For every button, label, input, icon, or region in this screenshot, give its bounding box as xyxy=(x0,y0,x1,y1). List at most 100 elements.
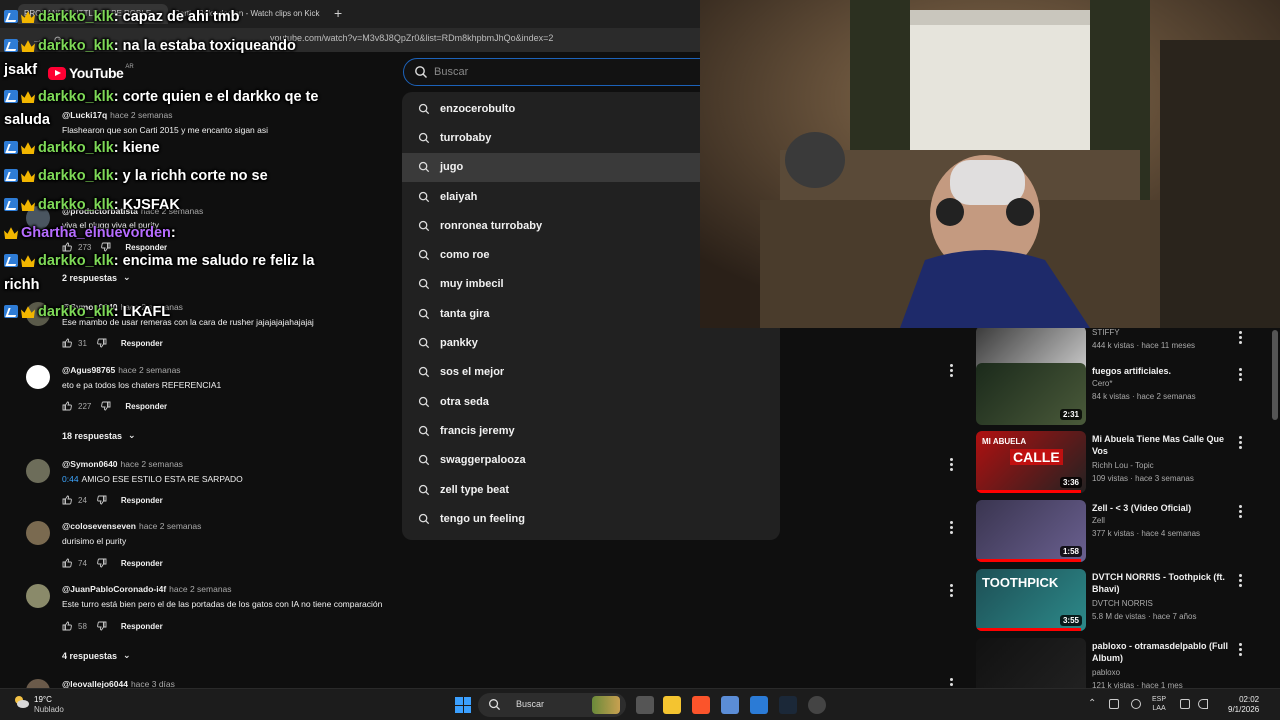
system-clock[interactable]: 02:02 9/1/2026 xyxy=(1228,695,1259,715)
scrollbar[interactable] xyxy=(1272,330,1278,420)
search-box[interactable] xyxy=(403,58,713,86)
video-title[interactable]: Mi Abuela Tiene Mas Calle Que Vos xyxy=(1092,433,1232,457)
suggestion-item[interactable]: pankky xyxy=(402,328,780,357)
comment-author[interactable]: @Symon0640 xyxy=(62,459,118,469)
windows-start-icon[interactable] xyxy=(455,697,471,713)
comment-author[interactable]: @Lucki17q xyxy=(62,110,107,120)
dislike-icon[interactable] xyxy=(101,401,111,411)
search-input[interactable] xyxy=(434,63,694,81)
suggestion-item[interactable]: swaggerpalooza xyxy=(402,446,780,475)
steam-icon[interactable] xyxy=(779,696,797,714)
comment-timestamp-link[interactable]: 0:44 xyxy=(62,474,79,484)
chat-username[interactable]: darkko_klk xyxy=(38,38,114,54)
app-icon[interactable] xyxy=(808,696,826,714)
replies-toggle[interactable]: 2 respuestas ⌄ xyxy=(62,272,137,283)
video-channel[interactable]: pabloxo xyxy=(1092,668,1120,677)
related-video[interactable]: MI ABUELA CALLE 3:36 Mi Abuela Tiene Mas Ca… xyxy=(976,431,1276,495)
dislike-icon[interactable] xyxy=(97,338,107,348)
volume-icon[interactable] xyxy=(1198,699,1208,709)
dislike-icon[interactable] xyxy=(97,495,107,505)
like-icon[interactable] xyxy=(62,338,72,348)
chat-username[interactable]: darkko_klk xyxy=(38,304,114,320)
reply-button[interactable]: Responder xyxy=(121,339,163,348)
chat-username[interactable]: darkko_klk xyxy=(38,9,114,25)
video-thumbnail[interactable]: 2:31 xyxy=(976,363,1086,425)
file-explorer-icon[interactable] xyxy=(663,696,681,714)
comment-menu-icon[interactable] xyxy=(947,363,955,377)
replies-toggle[interactable]: 18 respuestas ⌄ xyxy=(62,430,142,441)
comment-menu-icon[interactable] xyxy=(947,583,955,597)
youtube-logo[interactable]: YouTube AR xyxy=(48,62,134,84)
chat-username[interactable]: Ghartha_elnuevorden xyxy=(21,225,171,241)
like-icon[interactable] xyxy=(62,558,72,568)
video-title[interactable]: DVTCH NORRIS - Toothpick (ft. Bhavi) xyxy=(1092,571,1232,595)
comment-author[interactable]: @colosevenseven xyxy=(62,521,136,531)
related-video[interactable]: 2:31 fuegos artificiales. Cero* 84 k vistas… xyxy=(976,363,1276,427)
url-text[interactable]: youtube.com/watch?v=M3v8J8QpZr0&list=RDm… xyxy=(270,33,553,43)
avatar[interactable] xyxy=(26,459,50,483)
chat-username[interactable]: darkko_klk xyxy=(38,168,114,184)
like-icon[interactable] xyxy=(62,621,72,631)
avatar[interactable] xyxy=(26,365,50,389)
avatar[interactable] xyxy=(26,584,50,608)
video-channel[interactable]: STIFFY xyxy=(1092,328,1120,337)
reply-button[interactable]: Responder xyxy=(121,559,163,568)
video-menu-icon[interactable] xyxy=(1236,504,1244,518)
comment-menu-icon[interactable] xyxy=(947,520,955,534)
weather-icon[interactable] xyxy=(12,693,30,711)
video-channel[interactable]: DVTCH NORRIS xyxy=(1092,599,1153,608)
video-channel[interactable]: Cero* xyxy=(1092,379,1112,388)
calculator-icon[interactable] xyxy=(721,696,739,714)
suggestion-item[interactable]: zell type beat xyxy=(402,475,780,504)
new-tab-button[interactable]: + xyxy=(334,5,342,21)
reply-button[interactable]: Responder xyxy=(121,622,163,631)
reply-button[interactable]: Responder xyxy=(125,243,167,252)
like-icon[interactable] xyxy=(62,401,72,411)
brave-browser-icon[interactable] xyxy=(692,696,710,714)
task-view-icon[interactable] xyxy=(636,696,654,714)
video-menu-icon[interactable] xyxy=(1236,642,1244,656)
comment-author[interactable]: @Agus98765 xyxy=(62,365,115,375)
keyboard-language[interactable]: ESP LAA xyxy=(1152,695,1166,713)
video-menu-icon[interactable] xyxy=(1236,573,1244,587)
dislike-icon[interactable] xyxy=(97,621,107,631)
video-channel[interactable]: Richh Lou - Topic xyxy=(1092,461,1154,470)
video-title[interactable]: Zell - < 3 (Video Oficial) xyxy=(1092,502,1232,514)
replies-toggle[interactable]: 4 respuestas ⌄ xyxy=(62,650,137,661)
tray-expand-icon[interactable]: ⌃ xyxy=(1088,698,1096,709)
comment-author[interactable]: @JuanPabloCoronado-i4f xyxy=(62,584,166,594)
tray-app-icon[interactable] xyxy=(1109,699,1119,709)
chat-username[interactable]: darkko_klk xyxy=(38,140,114,156)
like-icon[interactable] xyxy=(62,242,72,252)
reply-button[interactable]: Responder xyxy=(121,496,163,505)
video-menu-icon[interactable] xyxy=(1236,330,1244,344)
like-icon[interactable] xyxy=(62,495,72,505)
suggestion-item[interactable]: sos el mejor xyxy=(402,358,780,387)
video-menu-icon[interactable] xyxy=(1236,367,1244,381)
suggestion-item[interactable]: francis jeremy xyxy=(402,416,780,445)
related-video[interactable]: TOOTHPICK 3:55 DVTCH NORRIS - Toothpick (f… xyxy=(976,569,1276,633)
video-title[interactable]: fuegos artificiales. xyxy=(1092,365,1232,377)
video-menu-icon[interactable] xyxy=(1236,435,1244,449)
suggestion-item[interactable]: otra seda xyxy=(402,387,780,416)
video-channel[interactable]: Zell xyxy=(1092,516,1105,525)
suggestion-text: swaggerpalooza xyxy=(440,454,526,467)
video-thumbnail[interactable]: MI ABUELA CALLE 3:36 xyxy=(976,431,1086,493)
network-icon[interactable] xyxy=(1180,699,1190,709)
microphone-icon[interactable] xyxy=(1131,699,1141,709)
video-title[interactable]: pabloxo - otramasdelpablo (Full Album) xyxy=(1092,640,1232,664)
avatar[interactable] xyxy=(26,521,50,545)
taskbar-search[interactable]: Buscar xyxy=(478,693,626,717)
related-video[interactable]: 1:58 Zell - < 3 (Video Oficial) Zell 377 k … xyxy=(976,500,1276,564)
dislike-icon[interactable] xyxy=(101,242,111,252)
chat-username[interactable]: darkko_klk xyxy=(38,253,114,269)
dislike-icon[interactable] xyxy=(97,558,107,568)
video-thumbnail[interactable]: 1:58 xyxy=(976,500,1086,562)
chat-username[interactable]: darkko_klk xyxy=(38,89,114,105)
suggestion-item[interactable]: tengo un feeling xyxy=(402,504,780,533)
notepad-icon[interactable] xyxy=(750,696,768,714)
comment-menu-icon[interactable] xyxy=(947,457,955,471)
video-thumbnail[interactable]: TOOTHPICK 3:55 xyxy=(976,569,1086,631)
reply-button[interactable]: Responder xyxy=(125,402,167,411)
chat-username[interactable]: darkko_klk xyxy=(38,197,114,213)
